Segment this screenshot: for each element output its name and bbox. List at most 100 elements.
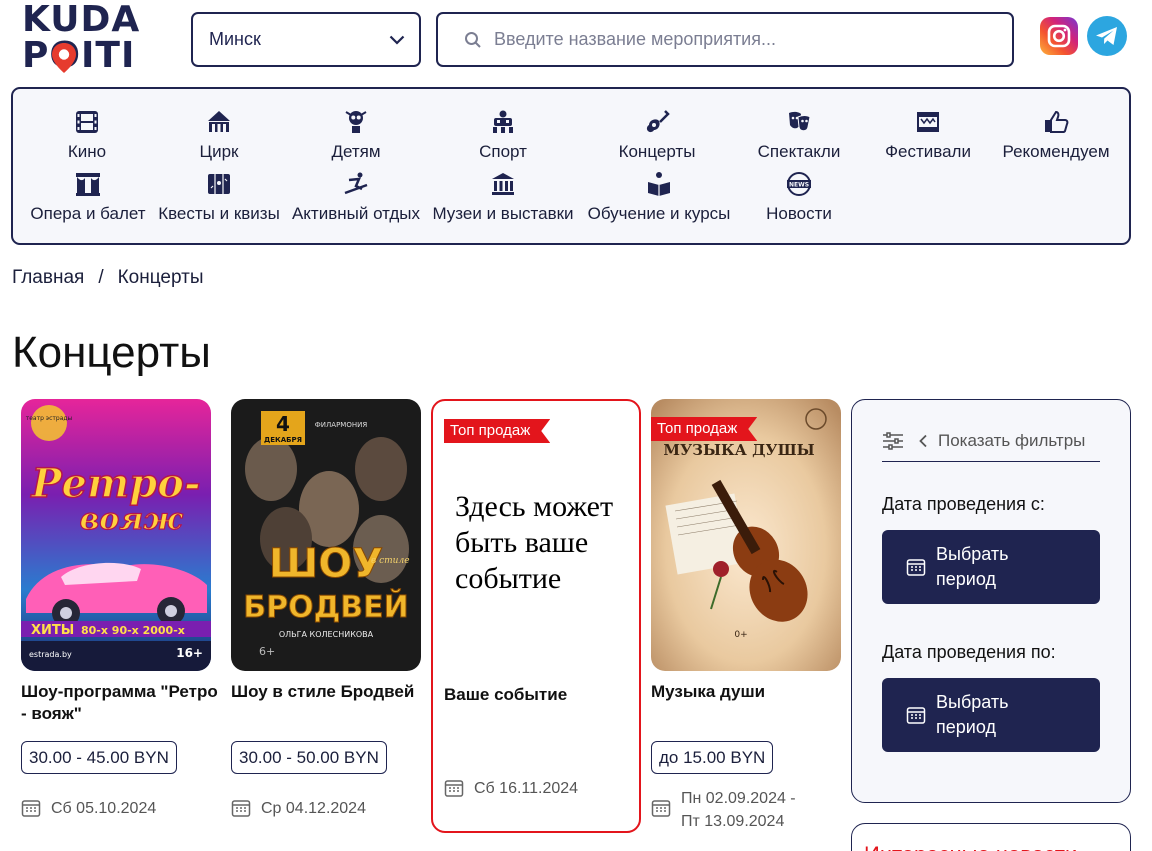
category-label: Фестивали [885,142,971,161]
category-opera[interactable]: Опера и балет [27,171,149,224]
stadium-icon [493,110,513,133]
event-title[interactable]: Шоу-программа "Ретро - вояж" [21,681,221,725]
news-box-title: Интересные новости [864,842,1077,851]
map-icon [208,174,230,194]
category-circus[interactable]: Цирк [189,109,249,162]
price-badge: 30.00 - 50.00 BYN [231,741,387,774]
svg-text:ХИТЫ: ХИТЫ [31,623,74,638]
calendar-icon [651,800,671,817]
page-title: Концерты [12,328,211,377]
snowboard-icon [344,172,368,195]
category-sport[interactable]: Спорт [473,109,533,162]
svg-text:6+: 6+ [259,645,275,658]
search-input[interactable] [494,29,1012,50]
event-date-text: Ср 04.12.2024 [261,800,366,817]
show-filters-label: Показать фильтры [938,430,1086,450]
svg-text:estrada.by: estrada.by [29,650,72,659]
svg-text:ОЛЬГА КОЛЕСНИКОВА: ОЛЬГА КОЛЕСНИКОВА [279,630,374,639]
date-from-button[interactable]: Выбрать период [882,530,1100,604]
event-date: Пн 02.09.2024 - Пт 13.09.2024 [651,787,796,833]
breadcrumb-home[interactable]: Главная [12,267,84,288]
category-label: Цирк [199,142,239,161]
category-label: Активный отдых [291,204,421,223]
date-to-label: Дата проведения по: [882,642,1056,662]
news-box: Интересные новости [851,823,1131,851]
category-label: Квесты и квизы [158,204,280,223]
svg-text:ШОУ: ШОУ [269,541,383,587]
category-festivals[interactable]: Фестивали [881,109,975,162]
chevron-down-icon [389,35,405,45]
promo-event-card[interactable]: Топ продаж Здесь может быть ваше событие… [431,399,641,833]
city-select[interactable]: Минск [191,12,421,67]
category-recommend[interactable]: Рекомендуем [1001,109,1111,162]
category-label: Новости [766,204,832,223]
event-date-from: Пн 02.09.2024 - [681,790,796,807]
svg-text:80-х 90-х 2000-х: 80-х 90-х 2000-х [81,624,185,637]
category-kino[interactable]: Кино [57,109,117,162]
thumbs-up-icon [1045,110,1069,133]
category-plays[interactable]: Спектакли [756,109,842,162]
event-title[interactable]: Ваше событие [444,685,567,705]
breadcrumb-current: Концерты [117,267,204,288]
guitar-icon [646,110,670,133]
svg-text:0+: 0+ [734,630,747,640]
show-filters-toggle[interactable]: Показать фильтры [882,422,1100,462]
svg-text:МУЗЫКА ДУШЫ: МУЗЫКА ДУШЫ [663,441,814,459]
instagram-icon[interactable] [1040,17,1078,55]
svg-text:БРОДВЕЙ: БРОДВЕЙ [243,589,409,625]
telegram-icon[interactable] [1087,16,1127,56]
svg-text:ФИЛАРМОНИЯ: ФИЛАРМОНИЯ [315,421,368,429]
category-label: Музеи и выставки [432,204,574,223]
date-to-button[interactable]: Выбрать период [882,678,1100,752]
event-card[interactable]: театр эстрады Ретро- вояж ХИТЫ 80-х 90-х… [21,399,218,820]
category-news[interactable]: NEWS Новости [765,171,833,224]
category-education[interactable]: Обучение и курсы [584,171,734,224]
filters-panel: Показать фильтры Дата проведения с: Выбр… [851,399,1131,803]
festival-icon [917,112,939,132]
kids-icon [345,111,367,133]
category-label: Спорт [479,142,527,161]
event-card[interactable]: МУЗЫКА ДУШЫ 0+ Топ продаж Музыка души до… [651,399,841,835]
svg-text:ДЕКАБРЯ: ДЕКАБРЯ [264,436,302,444]
svg-text:Ретро-: Ретро- [30,460,200,507]
svg-text:театр эстрады: театр эстрады [26,415,73,422]
price-badge: до 15.00 BYN [651,741,774,774]
calendar-icon [21,800,41,817]
category-label: Обучение и курсы [587,204,731,223]
svg-text:4: 4 [276,412,290,436]
category-concerts[interactable]: Концерты [617,109,697,162]
event-date-text: Сб 05.10.2024 [51,800,157,817]
city-value: Минск [209,29,261,49]
category-label: Спектакли [757,142,841,161]
price-badge: 30.00 - 45.00 BYN [21,741,177,774]
filter-sliders-icon [883,431,903,450]
chevron-left-icon [919,434,927,447]
date-from-button-label: Выбрать период [936,544,1009,589]
svg-text:NEWS: NEWS [789,182,809,189]
event-date: Сб 05.10.2024 [21,797,156,820]
search-box[interactable] [436,12,1014,67]
event-title[interactable]: Шоу в стиле Бродвей [231,681,431,703]
event-card[interactable]: 4 ДЕКАБРЯ ФИЛАРМОНИЯ ШОУ в стиле БРОДВЕЙ… [231,399,421,819]
logo-line1: KUDA [22,0,141,40]
category-label: Рекомендуем [1002,142,1110,161]
logo[interactable]: KUDA POITI [22,2,139,78]
opera-stage-icon [76,173,100,196]
breadcrumb: Главная / Концерты [12,267,203,289]
event-title[interactable]: Музыка души [651,681,851,703]
event-poster[interactable]: МУЗЫКА ДУШЫ 0+ Топ продаж [651,399,841,671]
event-date-to: Пт 13.09.2024 [681,813,785,830]
event-poster[interactable]: театр эстрады Ретро- вояж ХИТЫ 80-х 90-х… [21,399,211,671]
event-date: Сб 16.11.2024 [444,777,578,800]
event-date: Ср 04.12.2024 [231,797,366,820]
category-quests[interactable]: Квесты и квизы [156,171,282,224]
category-museums[interactable]: Музеи и выставки [429,171,577,224]
event-poster[interactable]: 4 ДЕКАБРЯ ФИЛАРМОНИЯ ШОУ в стиле БРОДВЕЙ… [231,399,421,671]
news-globe-icon: NEWS [787,172,811,196]
category-active[interactable]: Активный отдых [290,171,422,224]
top-sales-badge: Топ продаж [651,417,757,441]
calendar-icon [906,707,926,724]
category-kids[interactable]: Детям [326,109,386,162]
calendar-icon [231,800,251,817]
date-from-label: Дата проведения с: [882,494,1045,514]
